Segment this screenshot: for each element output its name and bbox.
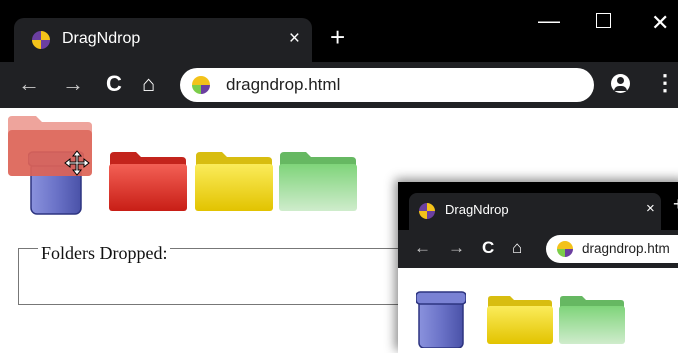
secondary-folder-yellow-icon[interactable]	[486, 294, 554, 344]
secondary-tab-close-icon[interactable]: ×	[646, 200, 655, 217]
address-text: dragndrop.html	[226, 75, 341, 94]
secondary-folder-green-icon[interactable]	[558, 294, 626, 344]
secondary-browser-tab[interactable]: DragNdrop ×	[409, 193, 661, 230]
secondary-tab-title: DragNdrop	[445, 202, 509, 217]
secondary-back-button[interactable]: ←	[414, 238, 431, 258]
favicon-icon	[32, 31, 50, 49]
site-favicon-icon	[192, 76, 210, 94]
folder-red-icon[interactable]	[108, 150, 188, 212]
tab-close-icon[interactable]: ×	[289, 28, 300, 50]
profile-icon[interactable]	[611, 74, 630, 93]
title-bar: DragNdrop × + — ✕	[0, 0, 678, 62]
home-button[interactable]: ⌂	[142, 71, 155, 97]
secondary-address-text: dragndrop.htm	[582, 241, 670, 256]
secondary-title-bar: DragNdrop × +	[398, 182, 678, 230]
forward-button[interactable]: →	[62, 71, 84, 97]
secondary-reload-button[interactable]: C	[482, 238, 494, 258]
secondary-toolbar: ← → C ⌂ dragndrop.htm	[398, 230, 678, 268]
back-button[interactable]: ←	[18, 71, 40, 97]
maximize-button[interactable]	[596, 13, 611, 28]
drop-zone-legend: Folders Dropped:	[38, 243, 171, 264]
close-window-button[interactable]: ✕	[651, 10, 669, 36]
browser-window-secondary: DragNdrop × + ← → C ⌂ dragndrop.htm	[398, 182, 678, 353]
reload-button[interactable]: C	[106, 71, 122, 97]
secondary-forward-button[interactable]: →	[448, 238, 465, 258]
menu-icon[interactable]: ⋮	[654, 70, 676, 96]
secondary-trash-bin-icon[interactable]	[416, 286, 466, 348]
folder-yellow-icon[interactable]	[194, 150, 274, 212]
browser-tab-active[interactable]: DragNdrop ×	[14, 18, 312, 62]
address-bar[interactable]: dragndrop.html	[180, 68, 594, 102]
secondary-favicon-icon	[419, 203, 435, 219]
browser-toolbar: ← → C ⌂ dragndrop.html ⋮	[0, 62, 678, 108]
secondary-site-favicon-icon	[557, 241, 573, 257]
secondary-address-bar[interactable]: dragndrop.htm	[546, 235, 678, 263]
secondary-new-tab-button[interactable]: +	[673, 194, 678, 215]
tab-title: DragNdrop	[62, 30, 141, 47]
secondary-home-button[interactable]: ⌂	[512, 238, 522, 258]
move-cursor-icon	[64, 150, 90, 176]
minimize-button[interactable]: —	[538, 8, 560, 34]
secondary-page-content	[398, 268, 678, 353]
new-tab-button[interactable]: +	[330, 22, 345, 52]
folder-green-icon[interactable]	[278, 150, 358, 212]
